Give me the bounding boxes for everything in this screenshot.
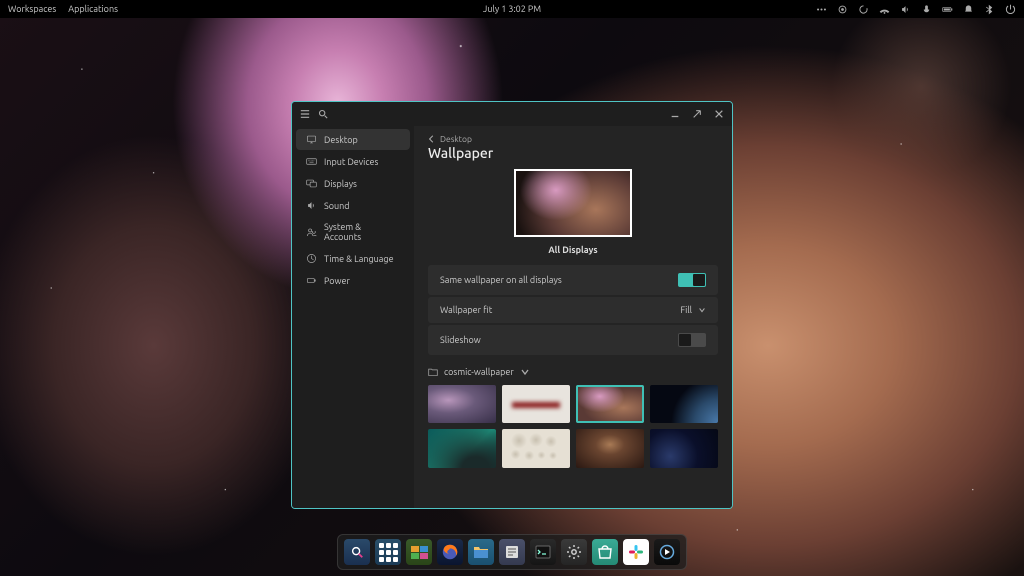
displays-icon xyxy=(306,178,317,189)
dock-item-search[interactable] xyxy=(344,539,370,565)
media-icon xyxy=(659,544,675,560)
toggle-same-wallpaper[interactable] xyxy=(678,273,706,287)
folder-name: cosmic-wallpaper xyxy=(444,367,514,377)
wallpaper-thumb[interactable] xyxy=(650,385,718,423)
terminal-icon xyxy=(535,544,551,560)
sidebar-item-desktop[interactable]: Desktop xyxy=(296,129,410,150)
folder-icon xyxy=(428,367,438,377)
sidebar-item-label: Desktop xyxy=(324,135,358,145)
row-slideshow: Slideshow xyxy=(428,325,718,355)
clock[interactable]: July 1 3:02 PM xyxy=(483,4,541,14)
wallpaper-thumb[interactable] xyxy=(502,429,570,467)
bluetooth-icon[interactable] xyxy=(984,4,995,15)
sidebar-item-system-accounts[interactable]: System & Accounts xyxy=(296,217,410,247)
settings-window: Desktop Input Devices Displays Sound Sys… xyxy=(291,101,733,509)
record-icon[interactable] xyxy=(837,4,848,15)
dock-item-media[interactable] xyxy=(654,539,680,565)
shop-icon xyxy=(597,544,613,560)
users-icon xyxy=(306,227,317,238)
workspaces-menu[interactable]: Workspaces xyxy=(8,4,56,14)
sidebar-item-label: Time & Language xyxy=(324,254,394,264)
sidebar-item-label: System & Accounts xyxy=(324,222,400,242)
dock-item-files[interactable] xyxy=(468,539,494,565)
menu-icon[interactable] xyxy=(816,4,827,15)
sidebar-item-label: Power xyxy=(324,276,350,286)
mic-icon[interactable] xyxy=(921,4,932,15)
wallpaper-preview xyxy=(514,169,632,237)
sidebar-item-label: Displays xyxy=(324,179,357,189)
sidebar-item-label: Input Devices xyxy=(324,157,378,167)
close-icon[interactable] xyxy=(714,109,724,119)
dock-item-slack[interactable] xyxy=(623,539,649,565)
wallpaper-fit-select[interactable]: Fill xyxy=(680,305,706,315)
row-label: Same wallpaper on all displays xyxy=(440,275,562,285)
wallpaper-thumb[interactable] xyxy=(576,429,644,467)
sidebar-item-label: Sound xyxy=(324,201,350,211)
status-area[interactable] xyxy=(816,4,1016,15)
chevron-down-icon xyxy=(698,306,706,314)
dock-item-firefox[interactable] xyxy=(437,539,463,565)
sidebar-item-sound[interactable]: Sound xyxy=(296,195,410,216)
top-panel: Workspaces Applications July 1 3:02 PM xyxy=(0,0,1024,18)
menu-icon[interactable] xyxy=(300,109,310,119)
keyboard-icon xyxy=(306,156,317,167)
page-title: Wallpaper xyxy=(428,145,718,161)
select-value: Fill xyxy=(680,305,692,315)
dock-item-launcher[interactable] xyxy=(375,539,401,565)
toggle-slideshow[interactable] xyxy=(678,333,706,347)
row-label: Slideshow xyxy=(440,335,481,345)
row-label: Wallpaper fit xyxy=(440,305,492,315)
wallpaper-grid xyxy=(428,385,718,468)
refresh-icon[interactable] xyxy=(858,4,869,15)
breadcrumb[interactable]: Desktop xyxy=(428,134,718,144)
wallpaper-thumb[interactable] xyxy=(502,385,570,423)
volume-icon[interactable] xyxy=(900,4,911,15)
dock xyxy=(337,534,687,570)
row-wallpaper-fit: Wallpaper fit Fill xyxy=(428,297,718,323)
wallpaper-thumb[interactable] xyxy=(428,429,496,467)
settings-content: Desktop Wallpaper All Displays Same wall… xyxy=(414,126,732,508)
wallpaper-thumb[interactable] xyxy=(428,385,496,423)
chevron-left-icon xyxy=(428,135,436,143)
firefox-icon xyxy=(441,543,459,561)
workspaces-icon xyxy=(411,546,428,559)
search-icon[interactable] xyxy=(318,109,328,119)
minimize-icon[interactable] xyxy=(670,109,680,119)
sidebar-item-displays[interactable]: Displays xyxy=(296,173,410,194)
editor-icon xyxy=(504,544,520,560)
section-label: All Displays xyxy=(428,245,718,255)
maximize-icon[interactable] xyxy=(692,109,702,119)
dock-item-pop-shop[interactable] xyxy=(592,539,618,565)
sidebar-item-input-devices[interactable]: Input Devices xyxy=(296,151,410,172)
wallpaper-thumb[interactable] xyxy=(650,429,718,467)
sidebar-item-time-language[interactable]: Time & Language xyxy=(296,248,410,269)
settings-sidebar: Desktop Input Devices Displays Sound Sys… xyxy=(292,126,414,508)
applications-menu[interactable]: Applications xyxy=(68,4,118,14)
wallpaper-thumb[interactable] xyxy=(576,385,644,423)
dock-item-workspaces[interactable] xyxy=(406,539,432,565)
grid-icon xyxy=(379,543,398,562)
battery-icon xyxy=(306,275,317,286)
clock-icon xyxy=(306,253,317,264)
row-same-wallpaper: Same wallpaper on all displays xyxy=(428,265,718,295)
sidebar-item-power[interactable]: Power xyxy=(296,270,410,291)
chevron-down-icon xyxy=(520,367,530,377)
battery-icon[interactable] xyxy=(942,4,953,15)
folder-icon xyxy=(473,544,489,560)
desktop-icon xyxy=(306,134,317,145)
slack-icon xyxy=(628,544,644,560)
breadcrumb-label: Desktop xyxy=(440,134,472,144)
sound-icon xyxy=(306,200,317,211)
dock-item-editor[interactable] xyxy=(499,539,525,565)
window-titlebar[interactable] xyxy=(292,102,732,126)
network-icon[interactable] xyxy=(879,4,890,15)
notifications-icon[interactable] xyxy=(963,4,974,15)
dock-item-terminal[interactable] xyxy=(530,539,556,565)
dock-item-settings[interactable] xyxy=(561,539,587,565)
gear-icon xyxy=(566,544,582,560)
wallpaper-folder-select[interactable]: cosmic-wallpaper xyxy=(428,367,718,377)
power-icon[interactable] xyxy=(1005,4,1016,15)
search-icon xyxy=(350,545,364,559)
